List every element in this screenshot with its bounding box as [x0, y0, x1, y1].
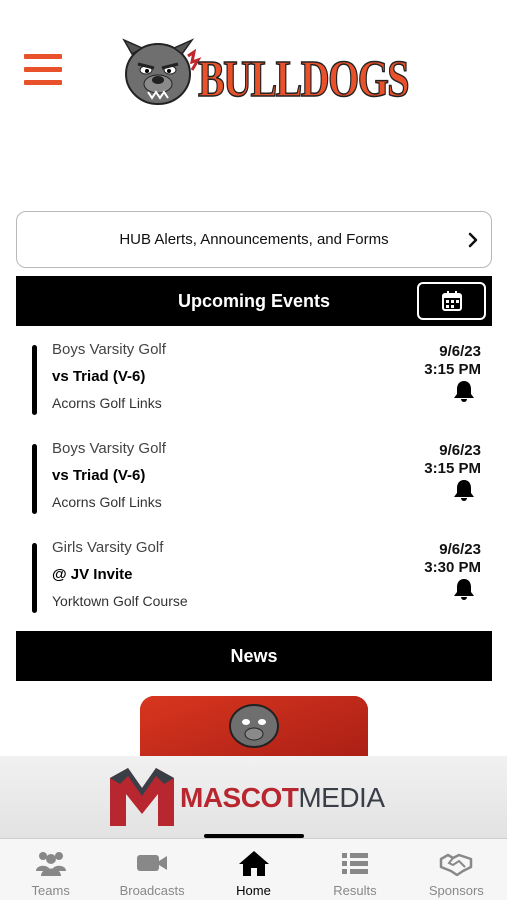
event-venue: Yorktown Golf Course: [52, 593, 188, 609]
calendar-icon: [441, 291, 462, 311]
event-opponent: vs Triad (V-6): [52, 368, 146, 385]
event-item[interactable]: Boys Varsity Golf vs Triad (V-6) Acorns …: [0, 440, 507, 520]
logo-wordmark: BULLDOGS: [198, 51, 408, 108]
video-camera-icon: [137, 855, 168, 871]
event-item[interactable]: Boys Varsity Golf vs Triad (V-6) Acorns …: [0, 341, 507, 421]
event-team: Boys Varsity Golf: [52, 341, 166, 358]
tab-label: Teams: [31, 883, 70, 898]
home-icon: [238, 851, 269, 876]
event-team: Girls Varsity Golf: [52, 539, 164, 556]
tab-sponsors[interactable]: Sponsors: [406, 839, 507, 900]
calendar-button[interactable]: [417, 282, 486, 320]
hub-alerts-button[interactable]: HUB Alerts, Announcements, and Forms: [16, 211, 492, 268]
bulldog-mascot-icon: [229, 704, 279, 748]
handshake-icon: [440, 853, 473, 877]
news-header: News: [16, 631, 492, 681]
sponsor-wordmark-a: MASCOT: [180, 782, 299, 813]
tab-teams[interactable]: Teams: [0, 839, 101, 900]
tab-label: Sponsors: [428, 883, 484, 898]
event-item[interactable]: Girls Varsity Golf @ JV Invite Yorktown …: [0, 539, 507, 619]
sponsor-wordmark: MASCOTMEDIA: [180, 782, 385, 814]
app-header: BULLDOGS: [0, 0, 507, 140]
event-divider: [32, 345, 37, 415]
teams-icon: [35, 852, 66, 876]
event-time: 3:15 PM: [424, 460, 481, 477]
tab-home[interactable]: Home: [203, 839, 304, 900]
event-date: 9/6/23: [439, 442, 481, 459]
sponsor-banner[interactable]: MASCOTMEDIA: [0, 756, 507, 840]
hamburger-menu-icon[interactable]: [24, 54, 62, 86]
event-time: 3:30 PM: [424, 559, 481, 576]
event-time: 3:15 PM: [424, 361, 481, 378]
event-opponent: @ JV Invite: [52, 566, 133, 583]
event-venue: Acorns Golf Links: [52, 395, 162, 411]
news-title: News: [230, 645, 278, 666]
event-divider: [32, 543, 37, 613]
tab-label: Results: [333, 883, 377, 898]
chevron-right-icon: [468, 232, 478, 248]
tab-broadcasts[interactable]: Broadcasts: [101, 839, 202, 900]
tab-label: Broadcasts: [119, 883, 185, 898]
bell-icon[interactable]: [453, 478, 475, 502]
event-opponent: vs Triad (V-6): [52, 467, 146, 484]
bottom-tab-bar: Teams Broadcasts Home Results Sponsors: [0, 838, 507, 900]
tab-label: Home: [236, 883, 271, 898]
event-team: Boys Varsity Golf: [52, 440, 166, 457]
event-venue: Acorns Golf Links: [52, 494, 162, 510]
event-date: 9/6/23: [439, 541, 481, 558]
sponsor-wordmark-b: MEDIA: [298, 782, 385, 813]
event-date: 9/6/23: [439, 343, 481, 360]
bell-icon[interactable]: [453, 379, 475, 403]
bulldogs-logo[interactable]: BULLDOGS: [122, 36, 412, 109]
upcoming-events-header: Upcoming Events: [16, 276, 492, 326]
bell-icon[interactable]: [453, 577, 475, 601]
list-icon: [341, 853, 368, 874]
event-divider: [32, 444, 37, 514]
upcoming-events-title: Upcoming Events: [177, 290, 331, 311]
tab-results[interactable]: Results: [304, 839, 405, 900]
hub-alerts-label: HUB Alerts, Announcements, and Forms: [119, 231, 389, 248]
